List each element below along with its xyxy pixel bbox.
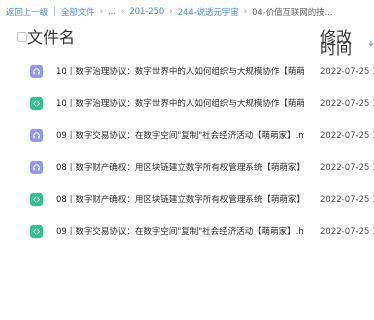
html-file-icon bbox=[30, 97, 43, 110]
file-name[interactable]: 08丨数字财产确权：用区块链建立数字所有权管理系统【萌萌家】.m4a bbox=[56, 162, 304, 174]
breadcrumb-current: 04-价值互联网的技... bbox=[252, 8, 333, 18]
file-row[interactable]: 10丨数字治理协议：数字世界中的人如何组织与大规模协作【萌萌家】.... 202… bbox=[0, 88, 374, 120]
file-modified-time: 2022-07-25 12 bbox=[320, 67, 374, 77]
column-header-name[interactable]: 文件名 bbox=[27, 30, 75, 46]
file-name[interactable]: 10丨数字治理协议：数字世界中的人如何组织与大规模协作【萌萌家】.... bbox=[56, 98, 304, 110]
file-row[interactable]: 08丨数字财产确权：用区块链建立数字所有权管理系统【萌萌家】.html 2022… bbox=[0, 184, 374, 216]
column-header-time[interactable]: 修改时间 bbox=[320, 28, 374, 58]
file-browser: 返回上一级 | 全部文件 › ... › 201-250 › 244-说透元宇宙… bbox=[0, 0, 374, 320]
file-name[interactable]: 08丨数字财产确权：用区块链建立数字所有权管理系统【萌萌家】.html bbox=[56, 194, 304, 206]
file-name[interactable]: 10丨数字治理协议：数字世界中的人如何组织与大规模协作【萌萌家】.... bbox=[56, 66, 304, 78]
sort-down-icon[interactable] bbox=[368, 39, 374, 48]
file-modified-time: 2022-07-25 12 bbox=[320, 227, 374, 237]
file-row[interactable]: 09丨数字交易协议：在数字空间"复制"社会经济活动【萌萌家】.html 2022… bbox=[0, 216, 374, 248]
column-header-time-label: 修改时间 bbox=[320, 28, 353, 58]
html-file-icon bbox=[30, 193, 43, 206]
file-row[interactable]: 10丨数字治理协议：数字世界中的人如何组织与大规模协作【萌萌家】.... 202… bbox=[0, 56, 374, 88]
file-modified-time: 2022-07-25 12 bbox=[320, 131, 374, 141]
file-modified-time: 2022-07-25 12 bbox=[320, 163, 374, 173]
file-row[interactable]: 08丨数字财产确权：用区块链建立数字所有权管理系统【萌萌家】.m4a 2022-… bbox=[0, 152, 374, 184]
breadcrumb-all-files[interactable]: 全部文件 bbox=[61, 6, 95, 18]
breadcrumb-folder-201-250[interactable]: 201-250 bbox=[129, 7, 164, 17]
select-all-checkbox[interactable] bbox=[17, 32, 27, 42]
file-row[interactable]: 09丨数字交易协议：在数字空间"复制"社会经济活动【萌萌家】.m4a 2022-… bbox=[0, 120, 374, 152]
breadcrumb: 返回上一级 | 全部文件 › ... › 201-250 › 244-说透元宇宙… bbox=[6, 4, 332, 20]
file-name[interactable]: 09丨数字交易协议：在数字空间"复制"社会经济活动【萌萌家】.html bbox=[56, 226, 304, 238]
breadcrumb-ellipsis[interactable]: ... bbox=[108, 7, 116, 17]
file-name[interactable]: 09丨数字交易协议：在数字空间"复制"社会经济活动【萌萌家】.m4a bbox=[56, 130, 304, 142]
breadcrumb-chevron-icon: › bbox=[120, 7, 125, 17]
html-file-icon bbox=[30, 225, 43, 238]
breadcrumb-folder-244[interactable]: 244-说透元宇宙 bbox=[178, 6, 239, 18]
file-modified-time: 2022-07-25 12 bbox=[320, 195, 374, 205]
back-link[interactable]: 返回上一级 bbox=[6, 6, 48, 18]
audio-file-icon bbox=[30, 161, 43, 174]
audio-file-icon bbox=[30, 65, 43, 78]
breadcrumb-chevron-icon: › bbox=[99, 7, 104, 17]
breadcrumb-separator: | bbox=[53, 7, 56, 17]
breadcrumb-chevron-icon: › bbox=[243, 7, 248, 17]
file-modified-time: 2022-07-25 12 bbox=[320, 99, 374, 109]
breadcrumb-chevron-icon: › bbox=[169, 7, 173, 17]
audio-file-icon bbox=[30, 129, 43, 142]
